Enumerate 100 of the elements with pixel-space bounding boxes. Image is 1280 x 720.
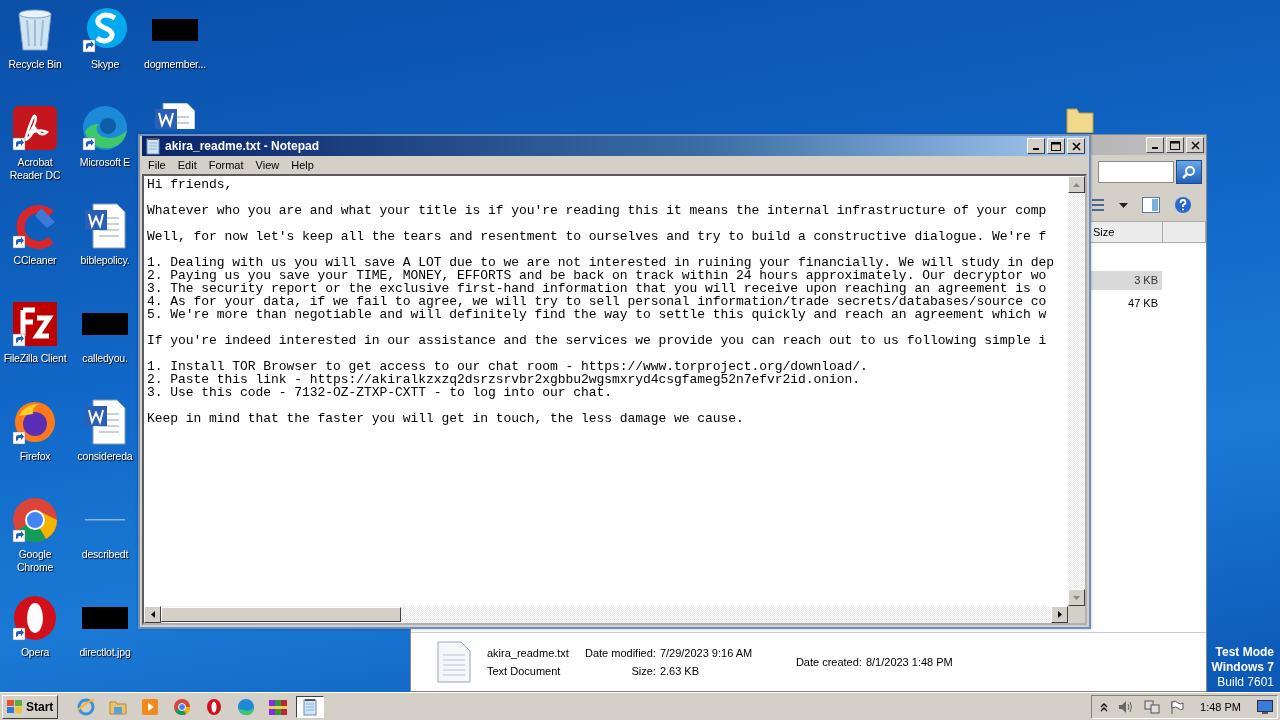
scrollbar-thumb[interactable] xyxy=(161,607,401,622)
maximize-button[interactable] xyxy=(1166,137,1184,153)
network-icon[interactable] xyxy=(1144,699,1161,714)
desktop-icon-label[interactable]: Firefox xyxy=(19,450,51,463)
scroll-left-icon[interactable] xyxy=(150,611,155,618)
desktop-icon-label[interactable]: Google Chrome xyxy=(0,548,70,574)
file-size-cell[interactable]: 47 KB xyxy=(1088,294,1162,313)
text-line: 5. We're more than negotiable and will definitely find the way to settle this quickly and reach an agreement which w xyxy=(147,308,1047,321)
chrome-browser-icon xyxy=(173,697,192,716)
property-value: 8/1/2023 1:48 PM xyxy=(865,655,954,669)
menu-item[interactable]: View xyxy=(249,159,286,171)
clock[interactable]: 1:48 PM xyxy=(1200,700,1241,713)
word-document-icon xyxy=(83,398,127,446)
show-desktop-icon[interactable] xyxy=(1257,699,1273,714)
text-line: 2. Paste this link - https://akiralkzxzq2dsrzsrvbr2xgbbu2wgsmxryd4csgfameg52n7efvr2id.onion. xyxy=(147,373,861,386)
desktop-icon-label[interactable]: describedt xyxy=(81,548,129,561)
text-line: Well, for now let's keep all the tears and resentment to ourselves and try to build a constructive dialogue. We're f xyxy=(147,230,1047,243)
desktop-icon-label[interactable]: Skype xyxy=(90,58,120,71)
maximize-button[interactable] xyxy=(1047,138,1065,154)
file-type: Text Document xyxy=(487,664,562,678)
scroll-right-icon[interactable] xyxy=(1057,611,1062,618)
notepad-icon xyxy=(144,137,162,155)
scrollbar-corner xyxy=(1068,606,1085,623)
property-label: Size: xyxy=(631,664,656,678)
chrome-app-icon xyxy=(11,496,59,544)
help-icon[interactable] xyxy=(1174,196,1192,214)
desktop-icon-label[interactable]: calledyou. xyxy=(82,352,128,365)
desktop-icon-label[interactable]: FileZilla Client xyxy=(3,352,67,365)
text-line: Hi friends, xyxy=(147,178,233,191)
archive-books-icon xyxy=(268,697,289,716)
edge-browser-icon xyxy=(237,697,256,716)
os-notice-text: Windows 7 xyxy=(1211,660,1274,675)
column-header[interactable]: Size xyxy=(1089,221,1163,243)
file-name: akira_readme.txt xyxy=(487,646,569,660)
maximize-icon[interactable] xyxy=(1051,141,1061,151)
ie-browser-icon xyxy=(77,697,96,716)
desktop-icon-label[interactable]: considereda xyxy=(77,450,133,463)
text-file-icon xyxy=(437,641,471,683)
word-document-icon xyxy=(83,202,127,250)
speaker-icon[interactable] xyxy=(1118,699,1135,714)
close-button[interactable] xyxy=(1186,137,1204,153)
minimize-button[interactable] xyxy=(1027,138,1045,154)
media-player-icon xyxy=(141,697,160,716)
edge-app-icon xyxy=(81,104,129,152)
menu-item[interactable]: Edit xyxy=(171,159,203,171)
flag-icon[interactable] xyxy=(1170,699,1185,714)
property-label: Date created: xyxy=(795,655,862,669)
opera-browser-icon xyxy=(205,697,224,716)
text-line: 3. Use this code - 7132-OZ-ZTXP-CXTT - to log into our chat. xyxy=(147,386,613,399)
menu-item[interactable]: File xyxy=(142,159,172,171)
thin-line-icon xyxy=(85,518,125,522)
preview-pane-icon[interactable] xyxy=(1142,197,1160,213)
os-notice-text: Test Mode xyxy=(1214,645,1274,660)
file-size-cell[interactable]: 3 KB xyxy=(1088,271,1162,290)
desktop-icon-label[interactable]: Recycle Bin xyxy=(8,58,62,71)
horizontal-scrollbar[interactable] xyxy=(144,606,1068,623)
chevron-up-icon[interactable] xyxy=(1100,701,1109,712)
os-notice-text: Build 7601 xyxy=(1216,675,1274,690)
text-line: 2. Paying us you save your TIME, MONEY, EFFORTS and be back on track within 24 hours approximately. Our decryptor wo xyxy=(147,269,1047,282)
windows-logo-icon xyxy=(7,699,23,714)
search-field[interactable] xyxy=(1098,161,1174,183)
desktop-icon-label[interactable]: biblepolicy. xyxy=(80,254,130,267)
desktop-icon-label[interactable]: Acrobat Reader DC xyxy=(0,156,70,182)
property-value: 7/29/2023 9:16 AM xyxy=(659,646,754,660)
property-value: 2.63 KB xyxy=(659,664,700,678)
minimize-button[interactable] xyxy=(1146,137,1164,153)
text-line: 4. As for your data, if we fail to agree, we will try to sell personal information/trade secrets/databases/source co xyxy=(147,295,1047,308)
pdf-app-icon xyxy=(11,104,59,152)
skype-app-icon xyxy=(81,6,129,54)
taskbar-app-button[interactable] xyxy=(296,695,325,718)
menu-item[interactable]: Help xyxy=(285,159,320,171)
trash-bin-icon xyxy=(15,8,55,52)
maximize-icon[interactable] xyxy=(1170,140,1180,150)
desktop-icon-label[interactable]: dogmember... xyxy=(144,58,206,71)
text-line: If you're indeed interested in our assistance and the services we provide you can reach out to us following simple i xyxy=(147,334,1047,347)
text-line: 3. The security report or the exclusive first-hand information that you will receive upon reaching an agreement is o xyxy=(147,282,1047,295)
dropdown-caret-icon[interactable] xyxy=(1119,202,1128,208)
opera-app-icon xyxy=(11,594,59,642)
desktop-icon-label[interactable]: CCleaner xyxy=(13,254,57,267)
text-line: Keep in mind that the faster you will get in touch, the less damage we cause. xyxy=(147,412,744,425)
filezilla-app-icon xyxy=(11,300,59,348)
text-line: 1. Dealing with us you will save A LOT due to we are not interested in ruining your financially. We will study in dep xyxy=(147,256,1054,269)
text-line: 1. Install TOR Browser to get access to our chat room - https://www.torproject.org/download/. xyxy=(147,360,868,373)
search-icon[interactable] xyxy=(1182,165,1196,179)
desktop-icon-label[interactable]: Microsoft E xyxy=(79,156,131,169)
window-title: akira_readme.txt - Notepad xyxy=(165,139,320,153)
close-button[interactable] xyxy=(1067,138,1085,154)
close-icon[interactable] xyxy=(1071,141,1081,151)
redacted-block xyxy=(82,607,128,629)
word-document-icon xyxy=(155,103,195,129)
menu-item[interactable]: Format xyxy=(202,159,250,171)
redacted-block xyxy=(82,313,128,335)
search-button[interactable] xyxy=(1176,160,1202,184)
desktop-icon-label[interactable]: Opera xyxy=(20,646,50,659)
close-icon[interactable] xyxy=(1190,140,1200,150)
start-button[interactable]: Start xyxy=(2,694,59,719)
text-line: Whatever who you are and what your title is if you're reading this it means the internal infrastructure of your comp xyxy=(147,204,1047,217)
redacted-block xyxy=(152,19,198,41)
desktop-icon-label[interactable]: directlot.jpg xyxy=(79,646,131,659)
notepad-icon xyxy=(301,697,320,716)
